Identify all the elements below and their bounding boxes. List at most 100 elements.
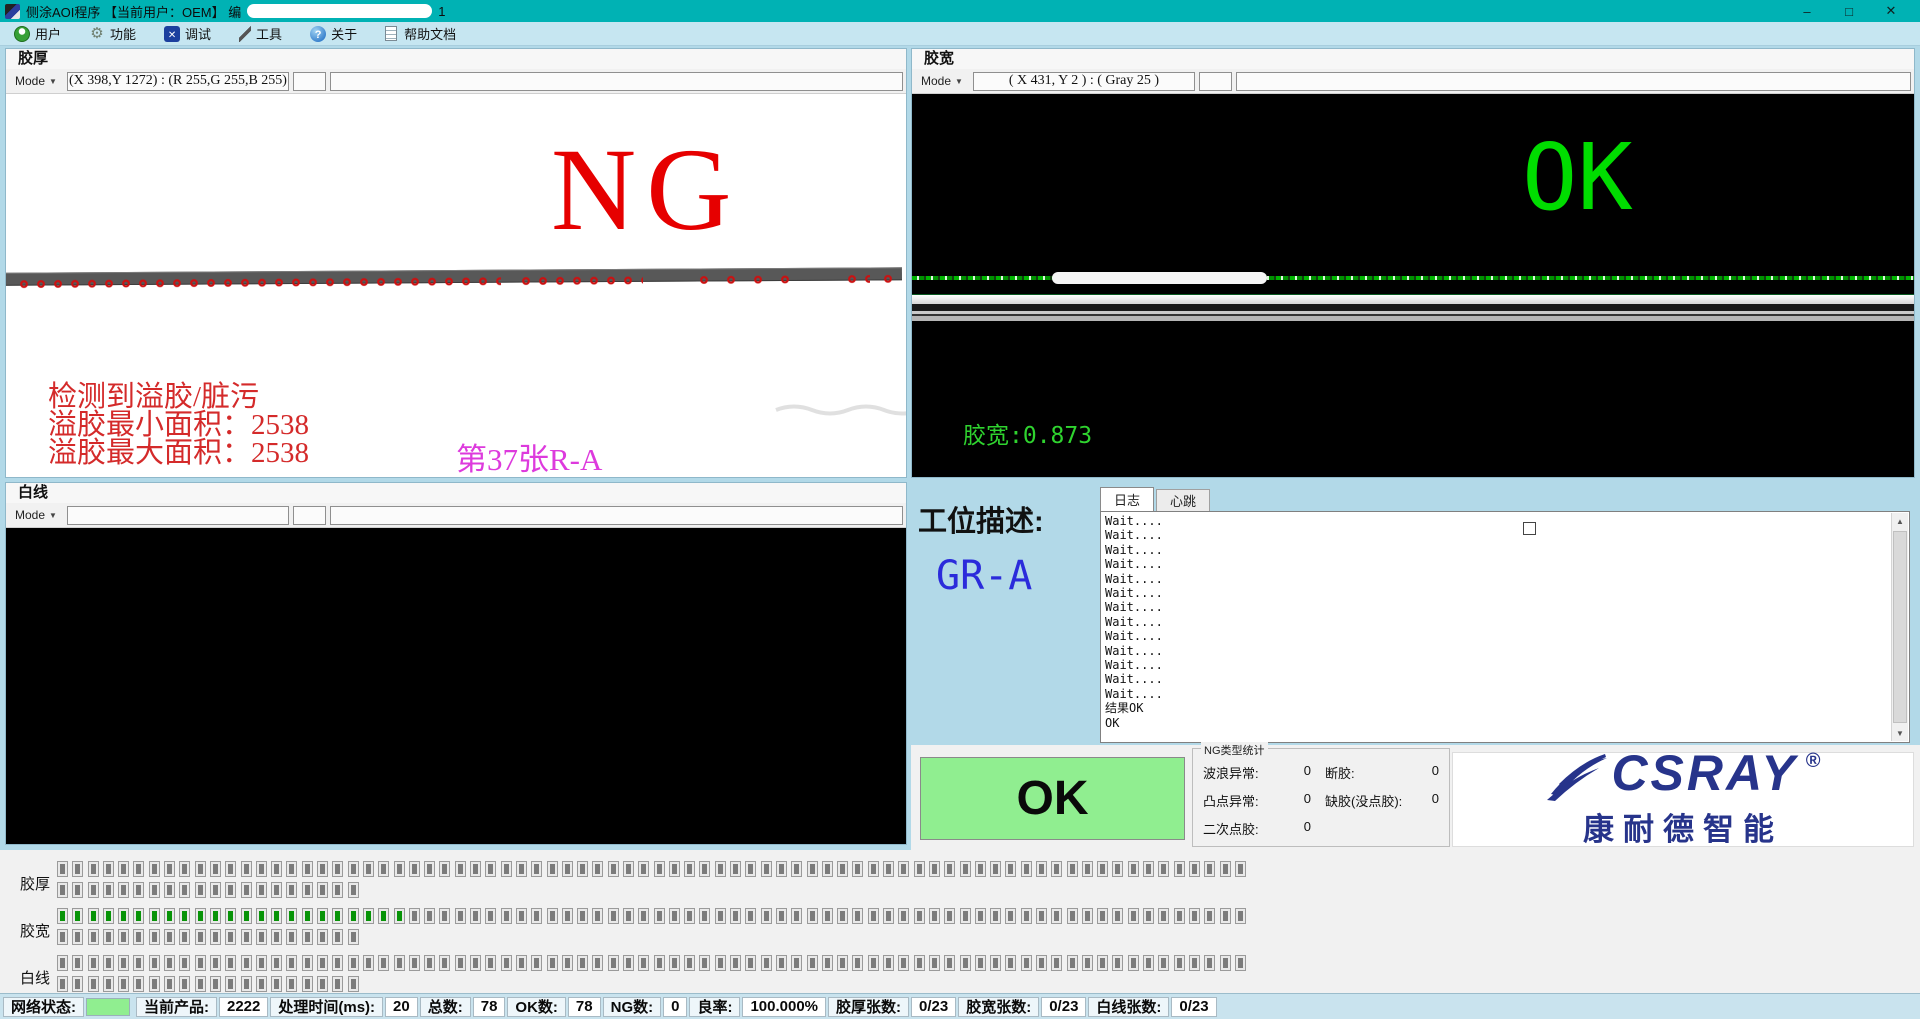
indicator-cell — [898, 955, 909, 971]
log-line: 结果OK — [1105, 701, 1889, 715]
indicator-cell — [179, 929, 190, 945]
indicator-cell — [837, 908, 848, 924]
indicator-cell — [133, 861, 144, 877]
scrollbar-thumb[interactable] — [1893, 531, 1907, 723]
result-ok-button[interactable]: OK — [920, 757, 1185, 840]
baixian-image-view[interactable] — [6, 528, 906, 844]
indicator-cell — [1158, 908, 1169, 924]
mode-dropdown[interactable]: Mode▼ — [9, 506, 63, 525]
indicator-cell — [960, 908, 971, 924]
indicator-cell — [118, 955, 129, 971]
indicator-cell — [317, 976, 328, 992]
vendor-logo: CSRAY ® 康耐德智能 — [1452, 752, 1914, 847]
indicator-cell — [57, 976, 68, 992]
indicator-cell — [562, 955, 573, 971]
indicator-cell — [164, 882, 175, 898]
minimize-button[interactable]: – — [1786, 0, 1828, 22]
indicator-cell — [348, 955, 359, 971]
mode-dropdown[interactable]: Mode▼ — [915, 72, 969, 91]
indicator-cell — [1082, 955, 1093, 971]
status-value: 78 — [568, 997, 601, 1017]
indicator-cell — [302, 861, 313, 877]
indicator-cell — [1067, 908, 1078, 924]
indicator-cell — [485, 908, 496, 924]
log-line: OK — [1105, 716, 1889, 730]
menu-item-user[interactable]: 用户 — [10, 23, 71, 45]
indicator-cell — [302, 929, 313, 945]
menu-item-debug[interactable]: 调试 — [160, 23, 221, 45]
window-title-suffix: 1 — [438, 4, 445, 19]
indicator-cell — [88, 861, 99, 877]
indicator-cell — [394, 861, 405, 877]
log-line: Wait.... — [1105, 586, 1889, 600]
jiaohou-image-view[interactable]: NG 检测到溢胶/脏污 溢胶最小面积：2538 溢胶最大面积：2538 第37张… — [6, 94, 906, 477]
toolbar-box — [330, 506, 903, 525]
indicator-cell — [852, 955, 863, 971]
ng-stat-item: 凸点异常:0 — [1203, 791, 1325, 810]
indicator-cell — [669, 861, 680, 877]
status-value: 100.000% — [742, 997, 826, 1017]
indicator-row — [57, 976, 359, 992]
indicator-cell — [72, 908, 83, 924]
log-scrollbar[interactable]: ▲ ▼ — [1891, 513, 1908, 741]
indicator-cell — [1235, 861, 1246, 877]
indicator-cell — [164, 955, 175, 971]
menu-item-about[interactable]: 关于 — [306, 23, 367, 45]
close-button[interactable]: ✕ — [1870, 0, 1912, 22]
menu-item-function[interactable]: 功能 — [85, 23, 146, 45]
menu-item-help[interactable]: 帮助文档 — [381, 23, 466, 45]
glue-width-readout: 胶宽:0.873 — [963, 416, 1092, 450]
indicator-cell — [271, 861, 282, 877]
ng-stats-groupbox: NG类型统计 波浪异常:0断胶:0凸点异常:0缺胶(没点胶):0二次点胶:0 — [1192, 748, 1450, 847]
indicator-cell — [470, 908, 481, 924]
indicator-cell — [975, 861, 986, 877]
log-checkbox[interactable] — [1523, 522, 1536, 535]
indicator-cell — [455, 955, 466, 971]
indicator-cell — [103, 908, 114, 924]
indicator-cell — [179, 908, 190, 924]
indicator-cell — [715, 955, 726, 971]
indicator-cell — [256, 908, 267, 924]
log-line: Wait.... — [1105, 615, 1889, 629]
indicator-group-label: 胶宽 — [20, 920, 56, 941]
title-bar: 侧涂AOI程序 【当前用户：OEM】 编 1 – □ ✕ — [0, 0, 1920, 22]
tab-heartbeat[interactable]: 心跳 — [1156, 489, 1210, 511]
indicator-cell — [715, 908, 726, 924]
indicator-cell — [776, 861, 787, 877]
indicator-cell — [791, 955, 802, 971]
indicator-cell — [378, 908, 389, 924]
menu-item-label: 帮助文档 — [404, 24, 456, 43]
jiaokuan-image-view[interactable]: OK 胶宽:0.873 — [912, 94, 1914, 477]
log-line: Wait.... — [1105, 572, 1889, 586]
indicator-cell — [1051, 861, 1062, 877]
scroll-down-icon[interactable]: ▼ — [1892, 725, 1908, 741]
menu-item-tools[interactable]: 工具 — [235, 23, 292, 45]
defect-overlay-text: 检测到溢胶/脏污 溢胶最小面积：2538 溢胶最大面积：2538 — [48, 383, 309, 467]
indicator-cell — [394, 908, 405, 924]
indicator-cell — [684, 861, 695, 877]
indicator-cell — [990, 955, 1001, 971]
indicator-cell — [715, 861, 726, 877]
panel-jiaohou-title: 胶厚 — [6, 49, 906, 69]
indicator-cell — [1220, 955, 1231, 971]
indicator-cell — [348, 908, 359, 924]
scroll-up-icon[interactable]: ▲ — [1892, 513, 1908, 529]
indicator-cell — [531, 861, 542, 877]
result-text-ok: OK — [1522, 124, 1633, 231]
indicator-cell — [424, 861, 435, 877]
tab-log[interactable]: 日志 — [1100, 487, 1154, 511]
log-list[interactable]: ▲ ▼ Wait....Wait....Wait....Wait....Wait… — [1100, 511, 1910, 743]
indicator-cell — [57, 955, 68, 971]
indicator-cell — [944, 908, 955, 924]
maximize-button[interactable]: □ — [1828, 0, 1870, 22]
indicator-cell — [241, 882, 252, 898]
indicator-cell — [210, 882, 221, 898]
mode-dropdown[interactable]: Mode▼ — [9, 72, 63, 91]
menu-item-label: 用户 — [35, 24, 61, 43]
indicator-cell — [944, 861, 955, 877]
indicator-cell — [210, 908, 221, 924]
indicator-cell — [929, 908, 940, 924]
indicator-cell — [837, 955, 848, 971]
indicator-cell — [745, 955, 756, 971]
indicator-cell — [1204, 908, 1215, 924]
